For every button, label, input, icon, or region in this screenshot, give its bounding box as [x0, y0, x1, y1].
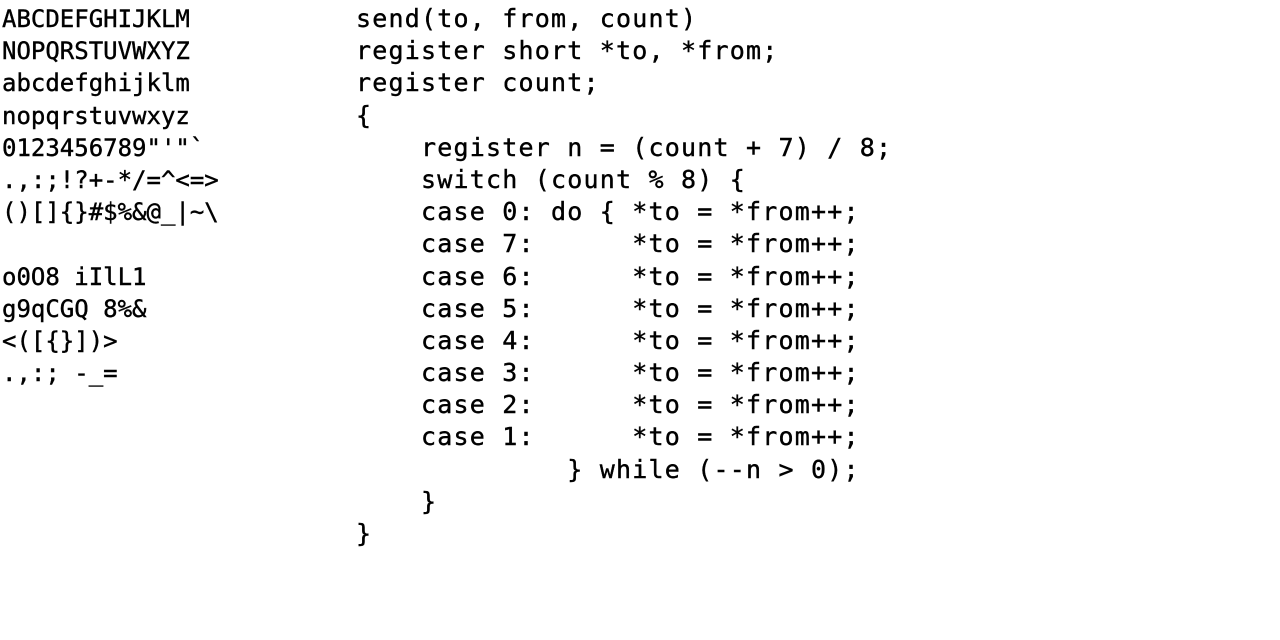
code-line: case 5: *to = *from++;: [356, 293, 860, 323]
charset-line: [2, 228, 219, 260]
code-sample-pane: send(to, from, count) register short *to,…: [356, 3, 892, 550]
character-set-pane: ABCDEFGHIJKLM NOPQRSTUVWXYZ abcdefghijklm n…: [2, 3, 219, 389]
code-line: case 6: *to = *from++;: [356, 261, 860, 291]
code-line: case 2: *to = *from++;: [356, 390, 860, 420]
code-line: register short *to, *from;: [356, 36, 779, 66]
code-line: register count;: [356, 68, 600, 98]
code-line: switch (count % 8) {: [356, 164, 747, 194]
code-line: case 4: *to = *from++;: [356, 325, 860, 355]
charset-line: nopqrstuvwxyz: [2, 101, 190, 130]
charset-line: ABCDEFGHIJKLM: [2, 5, 190, 33]
code-line: case 1: *to = *from++;: [356, 422, 860, 452]
code-line: case 7: *to = *from++;: [356, 229, 860, 259]
charset-line: NOPQRSTUVWXYZ: [2, 37, 190, 66]
code-line: send(to, from, count): [356, 4, 698, 33]
code-line: register n = (count + 7) / 8;: [356, 132, 893, 162]
charset-line: 0123456789"'"`: [2, 133, 205, 162]
charset-line: .,:;!?+-*/=^<=>: [2, 165, 219, 194]
charset-line: .,:; -_=: [2, 359, 118, 388]
code-line: }: [356, 486, 438, 516]
charset-line: o0O8 iIlL1: [2, 262, 147, 291]
code-line: }: [356, 519, 373, 548]
code-line: } while (--n > 0);: [356, 454, 860, 484]
charset-line: <([{}])>: [2, 326, 118, 355]
code-line: case 0: do { *to = *from++;: [356, 197, 860, 227]
code-line: case 3: *to = *from++;: [356, 358, 860, 388]
code-line: {: [356, 100, 373, 130]
font-specimen: ABCDEFGHIJKLM NOPQRSTUVWXYZ abcdefghijklm n…: [0, 0, 1280, 640]
charset-line: ()[]{}#$%&@_|~\: [2, 198, 219, 227]
charset-line: g9qCGQ 8%&: [2, 294, 147, 323]
charset-line: abcdefghijklm: [2, 69, 190, 98]
